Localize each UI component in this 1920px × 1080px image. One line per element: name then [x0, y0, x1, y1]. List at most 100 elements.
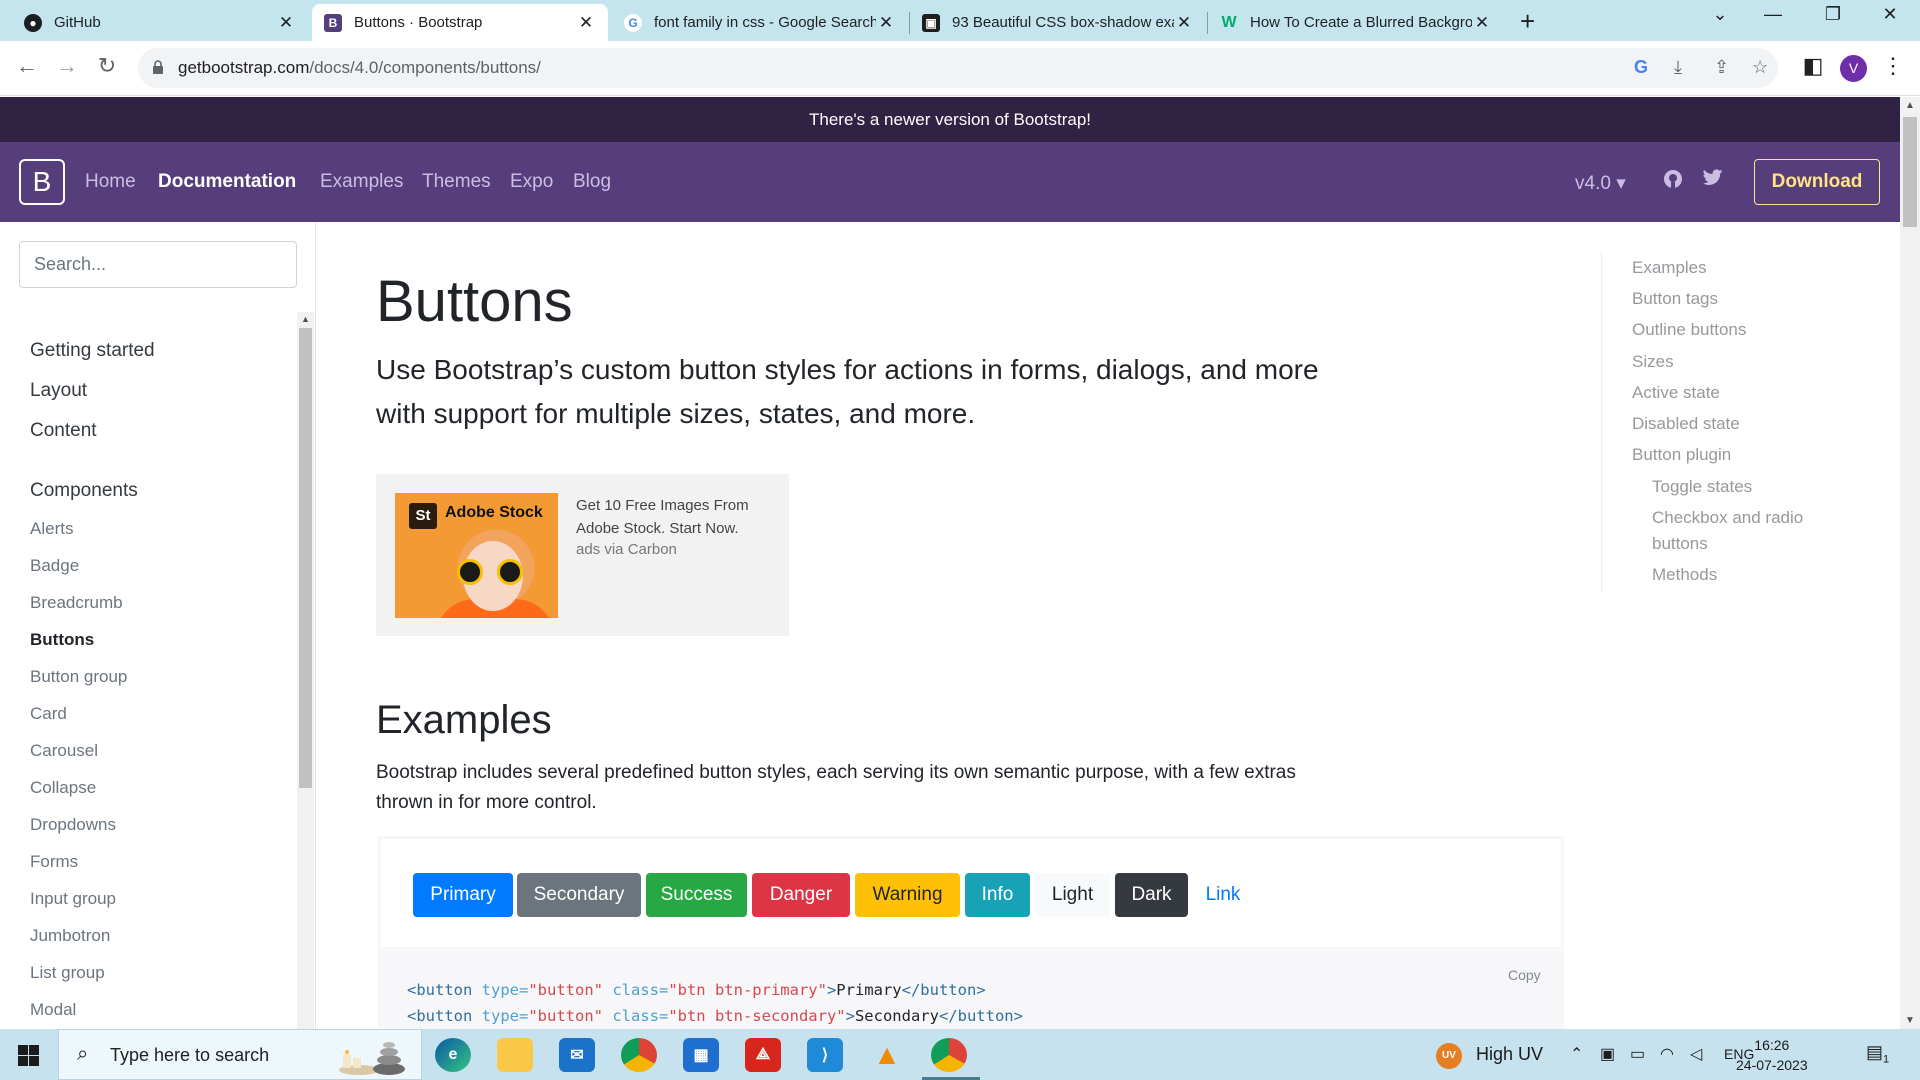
new-tab-button[interactable]: +	[1520, 6, 1535, 37]
forward-icon[interactable]: →	[52, 53, 82, 79]
show-hidden-icons[interactable]: ⌃	[1570, 1044, 1583, 1064]
volume-icon[interactable]: ◁	[1690, 1044, 1702, 1064]
toc-checkbox-radio[interactable]: Checkbox and radio	[1652, 508, 1803, 528]
vscode-icon[interactable]: ⟩	[807, 1038, 843, 1072]
file-explorer-icon[interactable]	[497, 1038, 533, 1072]
nav-examples[interactable]: Examples	[320, 171, 403, 193]
version-dropdown[interactable]: v4.0 ▾	[1575, 172, 1626, 195]
nav-themes[interactable]: Themes	[422, 171, 491, 193]
sidebar-item-jumbotron[interactable]: Jumbotron	[30, 926, 110, 946]
taskbar-search[interactable]: ⌕ Type here to search	[58, 1029, 422, 1080]
notifications-icon[interactable]: ▤1	[1866, 1042, 1889, 1066]
scroll-down-icon[interactable]: ▼	[1905, 1015, 1915, 1026]
scroll-up-icon[interactable]: ▲	[1905, 100, 1915, 111]
bookmark-star-icon[interactable]: ☆	[1752, 57, 1768, 78]
sidebar-section-getting-started[interactable]: Getting started	[30, 340, 155, 362]
sidebar-item-button-group[interactable]: Button group	[30, 667, 127, 687]
ad-via-carbon[interactable]: ads via Carbon	[576, 541, 677, 558]
btn-secondary[interactable]: Secondary	[517, 873, 641, 917]
search-input[interactable]: Search...	[19, 241, 297, 288]
toc-active-state[interactable]: Active state	[1632, 383, 1720, 403]
scroll-up-icon[interactable]: ▲	[301, 314, 310, 324]
vlc-icon[interactable]: ▲	[869, 1038, 905, 1072]
sidebar-item-buttons[interactable]: Buttons	[30, 630, 94, 650]
tab-box-shadow[interactable]: ▣ 93 Beautiful CSS box-shadow examples ✕	[910, 4, 1206, 41]
btn-primary[interactable]: Primary	[413, 873, 513, 917]
url-text[interactable]: getbootstrap.com/docs/4.0/components/but…	[178, 58, 541, 78]
close-tab-icon[interactable]: ✕	[1174, 13, 1194, 33]
restore-icon[interactable]: ❐	[1813, 4, 1853, 25]
sidebar-section-layout[interactable]: Layout	[30, 380, 87, 402]
install-icon[interactable]: ⤓	[1674, 57, 1682, 78]
tab-google-search[interactable]: G font family in css - Google Search ✕	[612, 4, 908, 41]
sidebar-section-components[interactable]: Components	[30, 480, 138, 502]
tab-blurred-background[interactable]: W How To Create a Blurred Background ✕	[1208, 4, 1504, 41]
toc-toggle-states[interactable]: Toggle states	[1652, 477, 1752, 497]
btn-success[interactable]: Success	[646, 873, 747, 917]
sidebar-item-breadcrumb[interactable]: Breadcrumb	[30, 593, 123, 613]
twitter-icon[interactable]	[1702, 168, 1724, 194]
btn-warning[interactable]: Warning	[855, 873, 960, 917]
sidebar-item-input-group[interactable]: Input group	[30, 889, 116, 909]
ad-image[interactable]: St Adobe Stock	[395, 493, 558, 618]
copy-button[interactable]: Copy	[1508, 967, 1541, 983]
microsoft-store-icon[interactable]: ▦	[683, 1038, 719, 1072]
minimize-icon[interactable]: —	[1753, 4, 1793, 25]
sidebar-item-collapse[interactable]: Collapse	[30, 778, 96, 798]
tab-search-chevron-icon[interactable]: ⌄	[1700, 4, 1740, 25]
sidebar-item-badge[interactable]: Badge	[30, 556, 79, 576]
sidebar-section-content[interactable]: Content	[30, 420, 97, 442]
btn-link[interactable]: Link	[1193, 873, 1253, 917]
meet-now-icon[interactable]: ▣	[1600, 1044, 1615, 1064]
side-panel-icon[interactable]: ◧	[1798, 53, 1828, 79]
address-bar[interactable]: getbootstrap.com/docs/4.0/components/but…	[138, 48, 1778, 88]
lock-icon[interactable]	[152, 60, 164, 74]
weather-text[interactable]: High UV	[1476, 1044, 1543, 1065]
btn-danger[interactable]: Danger	[752, 873, 850, 917]
github-icon[interactable]	[1662, 168, 1684, 196]
menu-icon[interactable]: ⋮	[1878, 53, 1908, 79]
ad-copy[interactable]: Get 10 Free Images From Adobe Stock. Sta…	[576, 494, 776, 540]
newer-version-banner[interactable]: There's a newer version of Bootstrap!	[0, 97, 1900, 142]
close-tab-icon[interactable]: ✕	[276, 13, 296, 33]
back-icon[interactable]: ←	[12, 53, 42, 79]
nav-blog[interactable]: Blog	[573, 171, 611, 193]
chrome-icon[interactable]	[621, 1038, 657, 1072]
scrollbar-thumb[interactable]	[299, 328, 312, 788]
nav-documentation[interactable]: Documentation	[158, 171, 296, 193]
google-lens-icon[interactable]: G	[1634, 57, 1648, 78]
sidebar-item-dropdowns[interactable]: Dropdowns	[30, 815, 116, 835]
windows-start-icon[interactable]	[18, 1045, 39, 1066]
toc-methods[interactable]: Methods	[1652, 565, 1717, 585]
toc-button-tags[interactable]: Button tags	[1632, 289, 1718, 309]
battery-icon[interactable]: ▭	[1630, 1044, 1645, 1064]
tab-bootstrap-buttons[interactable]: B Buttons · Bootstrap ✕	[312, 4, 608, 41]
download-button[interactable]: Download	[1754, 159, 1880, 205]
toc-examples[interactable]: Examples	[1632, 258, 1707, 278]
toc-checkbox-radio-cont[interactable]: buttons	[1652, 534, 1708, 554]
close-tab-icon[interactable]: ✕	[1472, 13, 1492, 33]
sidebar-item-carousel[interactable]: Carousel	[30, 741, 98, 761]
btn-light[interactable]: Light	[1035, 873, 1110, 917]
edge-icon[interactable]: e	[435, 1038, 471, 1072]
btn-info[interactable]: Info	[965, 873, 1030, 917]
sidebar-item-modal[interactable]: Modal	[30, 1000, 76, 1020]
sidebar-scrollbar[interactable]: ▲	[297, 312, 314, 1029]
sidebar-item-card[interactable]: Card	[30, 704, 67, 724]
toc-outline-buttons[interactable]: Outline buttons	[1632, 320, 1746, 340]
toc-sizes[interactable]: Sizes	[1632, 352, 1674, 372]
tab-github[interactable]: ● GitHub ✕	[12, 4, 308, 41]
close-window-icon[interactable]: ✕	[1870, 4, 1910, 25]
page-scrollbar-thumb[interactable]	[1903, 117, 1917, 227]
close-tab-icon[interactable]: ✕	[576, 13, 596, 33]
sidebar-item-forms[interactable]: Forms	[30, 852, 78, 872]
wifi-icon[interactable]: ◠	[1660, 1044, 1674, 1064]
share-icon[interactable]: ⇪	[1714, 57, 1729, 78]
btn-dark[interactable]: Dark	[1115, 873, 1188, 917]
nav-expo[interactable]: Expo	[510, 171, 553, 193]
nav-home[interactable]: Home	[85, 171, 136, 193]
weather-uv-icon[interactable]: UV	[1436, 1043, 1462, 1069]
reload-icon[interactable]: ↻	[92, 53, 122, 79]
chrome-profile-icon[interactable]	[931, 1038, 967, 1072]
bootstrap-logo[interactable]: B	[19, 159, 65, 205]
